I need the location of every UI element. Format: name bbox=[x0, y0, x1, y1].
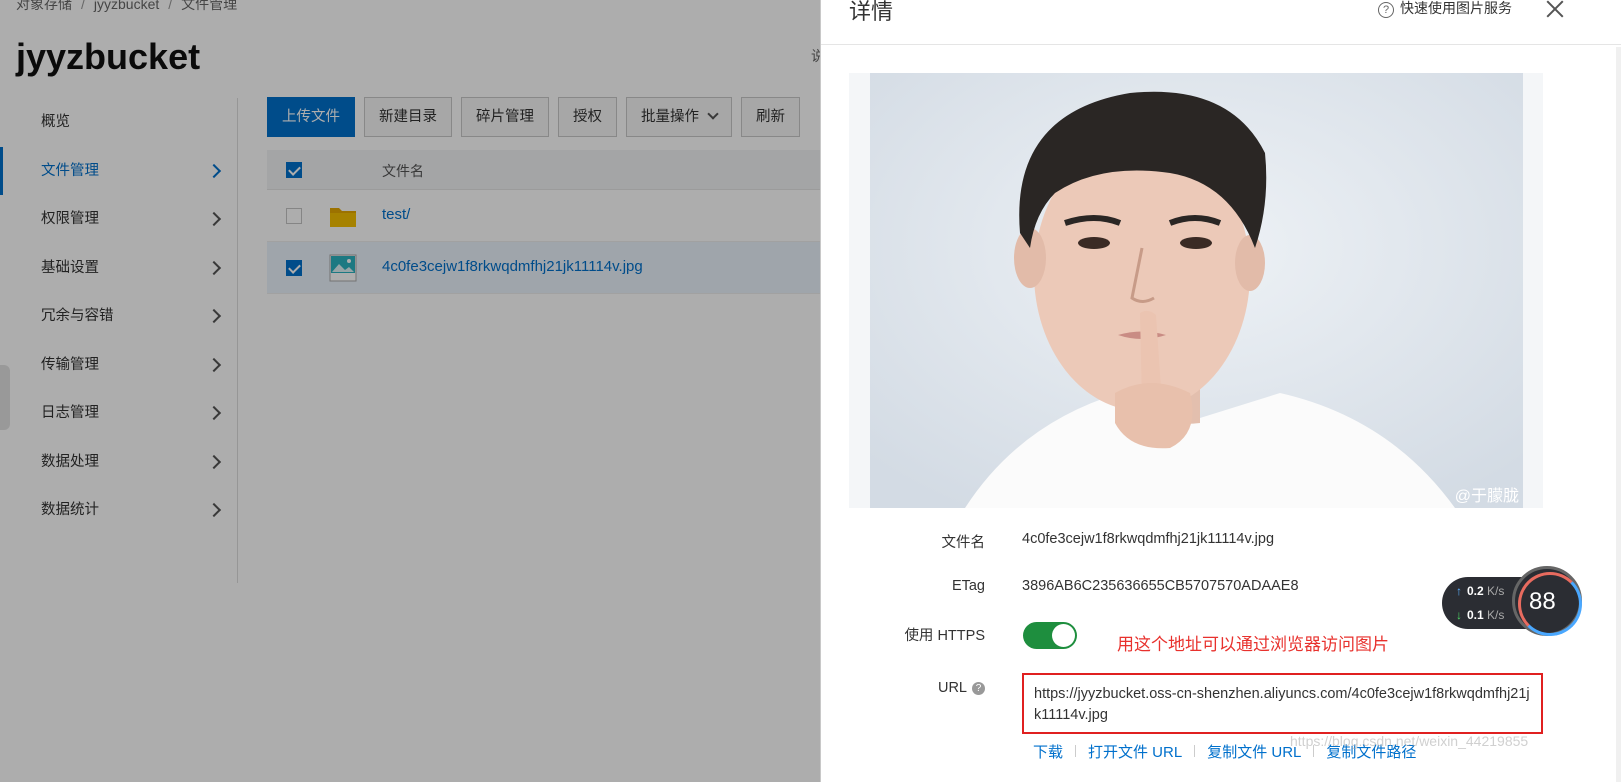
gauge-percent: 88 bbox=[1529, 588, 1556, 615]
filename-value: 4c0fe3cejw1f8rkwqdmfhj21jk11114v.jpg bbox=[1022, 531, 1275, 547]
etag-label: ETag bbox=[951, 578, 985, 594]
arrow-down-icon: ↓ bbox=[1456, 608, 1462, 622]
portrait-image bbox=[870, 73, 1523, 508]
help-link-label: 快速使用图片服务 bbox=[1400, 0, 1512, 16]
download-link[interactable]: 下载 bbox=[1033, 744, 1063, 761]
download-speed-value: 0.1 bbox=[1467, 608, 1484, 622]
page-watermark: https://blog.csdn.net/weixin_44219855 bbox=[1290, 733, 1529, 749]
upload-speed: ↑ 0.2 K/s bbox=[1456, 584, 1504, 598]
open-url-link[interactable]: 打开文件 URL bbox=[1088, 744, 1182, 761]
arrow-up-icon: ↑ bbox=[1456, 584, 1462, 598]
question-icon[interactable]: ? bbox=[972, 682, 985, 695]
drawer-title: 详情 bbox=[849, 0, 894, 24]
copy-url-link[interactable]: 复制文件 URL bbox=[1207, 744, 1301, 761]
speed-unit: K/s bbox=[1487, 584, 1505, 598]
download-speed: ↓ 0.1 K/s bbox=[1456, 608, 1504, 622]
filename-label: 文件名 bbox=[941, 535, 986, 551]
url-label-row: URL? bbox=[841, 680, 985, 696]
preview-photo: @于朦胧 bbox=[870, 73, 1523, 508]
image-watermark: @于朦胧 bbox=[1454, 488, 1519, 505]
memory-gauge[interactable]: 88 bbox=[1512, 566, 1582, 636]
question-circle-icon: ? bbox=[1378, 2, 1394, 18]
upload-speed-value: 0.2 bbox=[1467, 584, 1484, 598]
modal-overlay[interactable] bbox=[0, 0, 820, 782]
detail-drawer: 详情 ? 快速使用图片服务 @于朦胧 文件名 4c0fe3cejw1f8rkwq… bbox=[820, 0, 1621, 782]
https-toggle[interactable] bbox=[1023, 622, 1077, 649]
image-preview: @于朦胧 bbox=[849, 73, 1543, 508]
image-service-help-link[interactable]: ? 快速使用图片服务 bbox=[1378, 0, 1512, 18]
url-field[interactable]: https://jyyzbucket.oss-cn-shenzhen.aliyu… bbox=[1022, 673, 1543, 734]
speed-unit: K/s bbox=[1487, 608, 1505, 622]
url-label: URL bbox=[937, 680, 967, 696]
annotation-text: 用这个地址可以通过浏览器访问图片 bbox=[1117, 635, 1389, 654]
etag-value: 3896AB6C235636655CB5707570ADAAE8 bbox=[1022, 578, 1299, 594]
drawer-header: 详情 ? 快速使用图片服务 bbox=[821, 0, 1621, 45]
drawer-scrollbar[interactable] bbox=[1616, 47, 1621, 782]
https-label: 使用 HTTPS bbox=[904, 628, 985, 644]
close-icon[interactable] bbox=[1544, 0, 1566, 20]
